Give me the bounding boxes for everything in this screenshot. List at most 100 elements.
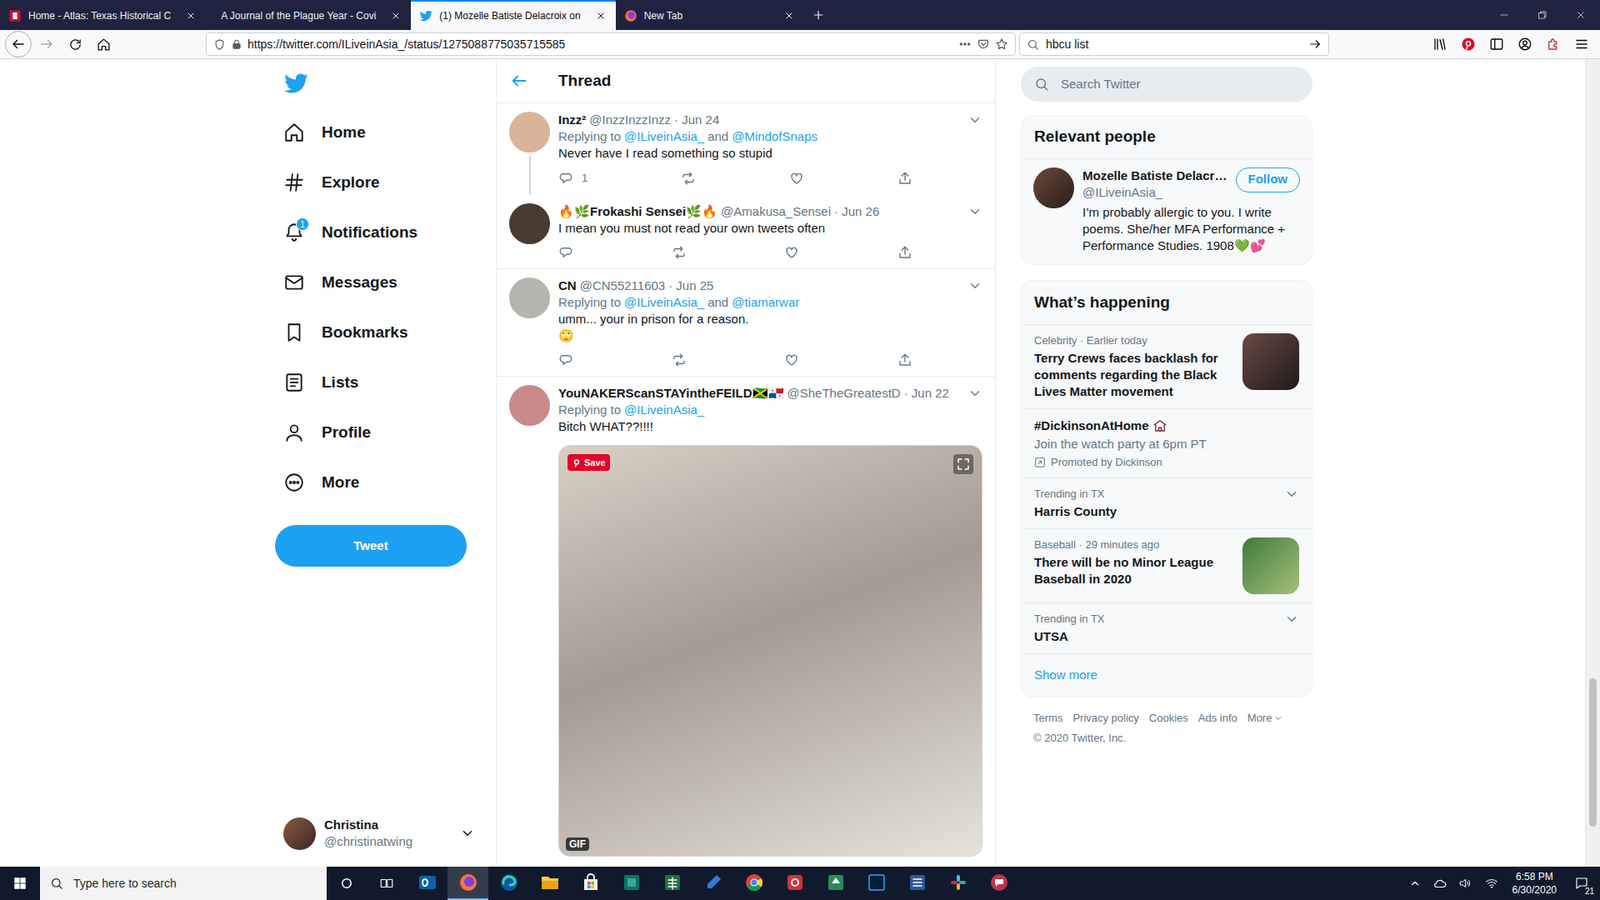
pinterest-save-button[interactable]: Save [567, 454, 610, 472]
url-bar[interactable]: https://twitter.com/ILiveinAsia_/status/… [205, 32, 1016, 56]
reply-action[interactable]: 1 [558, 170, 588, 187]
clock[interactable]: 6:58 PM6/30/2020 [1505, 866, 1564, 900]
wifi-icon[interactable] [1477, 866, 1506, 900]
reload-icon[interactable] [61, 30, 89, 58]
scrollbar[interactable] [1585, 59, 1600, 867]
tweet-date[interactable]: · Jun 22 [904, 385, 950, 402]
gif-media[interactable]: SaveGIF [558, 445, 983, 857]
scrollbar-thumb[interactable] [1589, 678, 1597, 827]
volume-icon[interactable] [1452, 866, 1478, 900]
back-arrow-icon[interactable] [510, 71, 529, 90]
home-icon[interactable] [90, 30, 117, 58]
show-hidden-icon[interactable] [1402, 866, 1428, 900]
footer-link[interactable]: Terms [1033, 710, 1063, 726]
browser-tab[interactable]: A Journal of the Plague Year - Covi [205, 0, 411, 30]
display-name[interactable]: YouNAKERScanSTAYintheFEILD🇯🇲🇵🇦 [558, 385, 785, 402]
browser-tab[interactable]: (1) Mozelle Batiste Delacroix on [410, 0, 615, 30]
tweet-date[interactable]: · Jun 26 [834, 203, 880, 220]
mention-link[interactable]: @ILiveinAsia_ [624, 402, 705, 417]
plus-icon[interactable] [804, 0, 833, 30]
twitter-bird-icon[interactable] [283, 70, 309, 96]
tweet[interactable]: Inzz²@InzzInzzInzz· Jun 24Replying to@IL… [496, 103, 995, 195]
extension-icon[interactable] [1540, 30, 1567, 58]
sidebar-icon[interactable] [1483, 30, 1510, 58]
tweet[interactable]: CN@CN55211603· Jun 25Replying to@ILivein… [496, 269, 995, 377]
chevron-down-icon[interactable] [967, 112, 983, 128]
restore-icon[interactable] [1523, 0, 1562, 30]
nav-item[interactable]: Explore [275, 157, 496, 208]
windows-start-icon[interactable] [0, 866, 40, 900]
display-name[interactable]: 🔥🌿Frokashi Sensei🌿🔥 [558, 203, 718, 220]
fullscreen-icon[interactable] [953, 454, 974, 475]
show-more-link[interactable]: Show more [1021, 653, 1312, 697]
forward-arrow-icon[interactable] [33, 30, 60, 58]
chevron-down-icon[interactable] [1284, 611, 1300, 627]
close-icon[interactable] [387, 7, 405, 25]
search-input[interactable] [1060, 75, 1300, 95]
trend-item[interactable]: Trending in TXUTSA [1021, 602, 1312, 654]
share-icon[interactable] [897, 352, 913, 368]
taskbar-app[interactable] [406, 866, 448, 900]
footer-link[interactable]: Cookies [1149, 710, 1189, 726]
taskbar-app[interactable] [692, 866, 734, 900]
avatar[interactable] [509, 277, 550, 319]
mention-link[interactable]: @tiamarwar [731, 295, 800, 310]
taskbar-app[interactable] [570, 866, 611, 900]
reply-action[interactable] [558, 352, 574, 368]
account-switcher[interactable]: Christina@christinatwing [275, 808, 484, 859]
twitter-search[interactable] [1020, 66, 1313, 102]
person-row[interactable]: Mozelle Batiste Delacr…@ILiveinAsia_Foll… [1021, 159, 1312, 265]
heart-icon[interactable] [784, 245, 800, 260]
avatar[interactable] [509, 385, 550, 426]
browser-tab[interactable]: Home - Atlas: Texas Historical C [0, 0, 206, 30]
follow-button[interactable]: Follow [1235, 167, 1301, 193]
go-arrow-icon[interactable] [1308, 37, 1322, 51]
trend-item[interactable]: #DickinsonAtHomeJoin the watch party at … [1021, 408, 1312, 478]
mention-link[interactable]: @ILiveinAsia_ [624, 295, 705, 310]
tweet[interactable]: 🔥🌿Frokashi Sensei🌿🔥@Amakusa_Sensei· Jun … [496, 195, 995, 270]
pocket-icon[interactable] [976, 37, 990, 51]
nav-item[interactable]: Bookmarks [275, 307, 496, 358]
taskbar-app[interactable] [978, 866, 1020, 900]
taskbar-app[interactable] [447, 866, 489, 900]
nav-item[interactable]: Profile [275, 407, 496, 458]
page-actions-icon[interactable] [958, 37, 972, 51]
chevron-down-icon[interactable] [967, 278, 983, 294]
tweet-date[interactable]: · Jun 25 [668, 277, 714, 295]
back-arrow-icon[interactable] [5, 30, 32, 58]
star-icon[interactable] [995, 37, 1009, 51]
taskbar-app[interactable] [529, 866, 570, 900]
tweet-date[interactable]: · Jun 24 [674, 111, 720, 129]
taskbar-app[interactable] [937, 866, 979, 900]
retweet-icon[interactable] [680, 170, 696, 186]
trend-item[interactable]: Celebrity · Earlier todayTerry Crews fac… [1021, 324, 1312, 409]
taskbar-app[interactable] [896, 866, 938, 900]
task-view-icon[interactable] [366, 866, 407, 900]
hamburger-menu-icon[interactable] [1568, 30, 1595, 58]
mention-link[interactable]: @MindofSnaps [731, 129, 818, 144]
footer-link[interactable]: Privacy policy [1072, 710, 1139, 726]
mention-link[interactable]: @ILiveinAsia_ [624, 129, 705, 144]
close-icon[interactable] [182, 7, 200, 25]
browser-tab[interactable]: New Tab [615, 0, 805, 30]
taskbar-app[interactable] [774, 866, 815, 900]
nav-item[interactable]: Home [275, 107, 496, 158]
taskbar-app[interactable] [651, 866, 693, 900]
taskbar-search-input[interactable] [73, 875, 317, 893]
retweet-icon[interactable] [671, 245, 687, 260]
cortana-icon[interactable] [326, 866, 367, 900]
footer-link[interactable]: More [1247, 710, 1285, 726]
retweet-icon[interactable] [671, 352, 687, 368]
close-icon[interactable] [780, 7, 798, 25]
reply-action[interactable] [558, 245, 574, 260]
display-name[interactable]: Inzz² [558, 111, 586, 129]
footer-link[interactable]: Ads info [1198, 710, 1238, 726]
share-icon[interactable] [897, 170, 913, 186]
account-icon[interactable] [1511, 30, 1539, 58]
onedrive-cloud-icon[interactable] [1427, 866, 1453, 900]
chevron-down-icon[interactable] [1284, 486, 1300, 502]
taskbar-app[interactable] [815, 866, 856, 900]
share-icon[interactable] [897, 245, 913, 260]
nav-item[interactable]: Messages [275, 257, 496, 308]
library-icon[interactable] [1426, 30, 1454, 58]
